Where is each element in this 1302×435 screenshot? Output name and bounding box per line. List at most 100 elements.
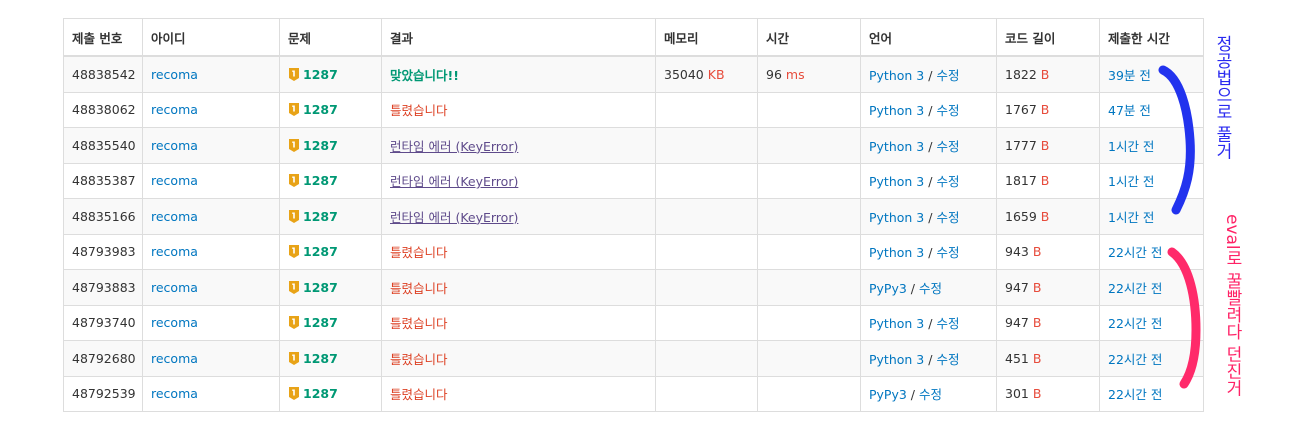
language-link[interactable]: Python 3 <box>869 210 924 225</box>
user-link[interactable]: recoma <box>151 280 198 295</box>
time-cell <box>757 304 861 341</box>
user-cell: recoma <box>142 340 280 377</box>
submitted-time-link[interactable]: 22시간 전 <box>1108 316 1162 331</box>
submitted-time-link[interactable]: 22시간 전 <box>1108 352 1162 367</box>
submitted-time-link[interactable]: 22시간 전 <box>1108 245 1162 260</box>
submitted-time-link[interactable]: 39분 전 <box>1108 68 1151 83</box>
problem-link[interactable]: 1287 <box>288 315 373 330</box>
language-link[interactable]: Python 3 <box>869 316 924 331</box>
submitted-time-link[interactable]: 22시간 전 <box>1108 281 1162 296</box>
language-link[interactable]: Python 3 <box>869 139 924 154</box>
problem-link[interactable]: 1287 <box>288 244 373 259</box>
user-link[interactable]: recoma <box>151 102 198 117</box>
submission-id-cell: 48792680 <box>63 340 143 377</box>
user-link[interactable]: recoma <box>151 244 198 259</box>
submission-id-cell: 48838542 <box>63 55 143 93</box>
submission-id: 48793883 <box>72 279 136 295</box>
edit-link[interactable]: 수정 <box>936 245 959 260</box>
submission-id-cell: 48792539 <box>63 375 143 412</box>
language-link[interactable]: Python 3 <box>869 245 924 260</box>
language-link[interactable]: Python 3 <box>869 174 924 189</box>
submitted-time-link[interactable]: 1시간 전 <box>1108 210 1154 225</box>
problem-number: 1287 <box>303 244 338 260</box>
time-cell <box>757 91 861 128</box>
submitted-time-cell: 1시간 전 <box>1099 127 1204 164</box>
submission-id: 48835387 <box>72 173 136 189</box>
problem-link[interactable]: 1287 <box>288 209 373 224</box>
submitted-time-cell: 47분 전 <box>1099 91 1204 128</box>
edit-link[interactable]: 수정 <box>919 281 942 296</box>
edit-link[interactable]: 수정 <box>936 103 959 118</box>
problem-number: 1287 <box>303 315 338 331</box>
language-link[interactable]: PyPy3 <box>869 281 907 296</box>
status-page: 제출 번호 아이디 문제 결과 메모리 시간 언어 코드 길이 제출한 시간 4… <box>0 0 1302 435</box>
bronze-tier-icon <box>288 280 300 295</box>
problem-number: 1287 <box>303 173 338 189</box>
time-cell <box>757 127 861 164</box>
code-length-cell: 947 B <box>996 304 1100 341</box>
language-link[interactable]: Python 3 <box>869 103 924 118</box>
language-link[interactable]: PyPy3 <box>869 387 907 402</box>
edit-link[interactable]: 수정 <box>936 210 959 225</box>
result-text: 틀렸습니다 <box>390 103 448 119</box>
language-cell: Python 3 / 수정 <box>860 304 997 341</box>
memory-cell <box>655 269 758 306</box>
result-cell: 틀렸습니다 <box>381 375 656 412</box>
problem-link[interactable]: 1287 <box>288 173 373 188</box>
language-link[interactable]: Python 3 <box>869 68 924 83</box>
user-link[interactable]: recoma <box>151 173 198 188</box>
edit-link[interactable]: 수정 <box>936 68 959 83</box>
problem-link[interactable]: 1287 <box>288 102 373 117</box>
edit-link[interactable]: 수정 <box>936 352 959 367</box>
language-separator: / <box>906 387 919 403</box>
problem-link[interactable]: 1287 <box>288 351 373 366</box>
result-text[interactable]: 런타임 에러 (KeyError) <box>390 139 518 154</box>
user-cell: recoma <box>142 127 280 164</box>
user-link[interactable]: recoma <box>151 209 198 224</box>
problem-link[interactable]: 1287 <box>288 138 373 153</box>
table-row: 48835166 recoma 1287 런타임 에러 (KeyError) Pytho… <box>63 198 1204 235</box>
language-separator: / <box>924 209 937 225</box>
user-link[interactable]: recoma <box>151 138 198 153</box>
submitted-time-link[interactable]: 1시간 전 <box>1108 174 1154 189</box>
edit-link[interactable]: 수정 <box>936 174 959 189</box>
user-link[interactable]: recoma <box>151 67 198 82</box>
submitted-time-link[interactable]: 22시간 전 <box>1108 387 1162 402</box>
submission-id: 48835540 <box>72 137 136 153</box>
result-text: 틀렸습니다 <box>390 387 448 403</box>
code-length-cell: 943 B <box>996 233 1100 270</box>
user-link[interactable]: recoma <box>151 315 198 330</box>
result-text[interactable]: 런타임 에러 (KeyError) <box>390 210 518 225</box>
language-separator: / <box>924 138 937 154</box>
code-length-unit: B <box>1032 350 1042 366</box>
problem-cell: 1287 <box>279 162 382 199</box>
code-length-value: 947 <box>1005 279 1029 295</box>
submitted-time-cell: 39분 전 <box>1099 55 1204 93</box>
user-cell: recoma <box>142 162 280 199</box>
problem-link[interactable]: 1287 <box>288 67 373 82</box>
problem-number: 1287 <box>303 137 338 153</box>
result-text[interactable]: 런타임 에러 (KeyError) <box>390 174 518 189</box>
submitted-time-link[interactable]: 1시간 전 <box>1108 139 1154 154</box>
table-row: 48835387 recoma 1287 런타임 에러 (KeyError) Pytho… <box>63 162 1204 199</box>
problem-number: 1287 <box>303 208 338 224</box>
language-separator: / <box>924 316 937 332</box>
edit-link[interactable]: 수정 <box>919 387 942 402</box>
language-separator: / <box>924 245 937 261</box>
user-link[interactable]: recoma <box>151 386 198 401</box>
problem-link[interactable]: 1287 <box>288 386 373 401</box>
submitted-time-cell: 1시간 전 <box>1099 198 1204 235</box>
submitted-time-link[interactable]: 47분 전 <box>1108 103 1151 118</box>
submission-id-cell: 48793883 <box>63 269 143 306</box>
table-row: 48793883 recoma 1287 틀렸습니다 PyPy3 / 수정 947 B 22… <box>63 269 1204 306</box>
edit-link[interactable]: 수정 <box>936 139 959 154</box>
problem-cell: 1287 <box>279 91 382 128</box>
code-length-value: 1659 <box>1005 208 1037 224</box>
user-link[interactable]: recoma <box>151 351 198 366</box>
code-length-cell: 1777 B <box>996 127 1100 164</box>
bronze-tier-icon <box>288 351 300 366</box>
problem-link[interactable]: 1287 <box>288 280 373 295</box>
language-link[interactable]: Python 3 <box>869 352 924 367</box>
problem-cell: 1287 <box>279 198 382 235</box>
edit-link[interactable]: 수정 <box>936 316 959 331</box>
